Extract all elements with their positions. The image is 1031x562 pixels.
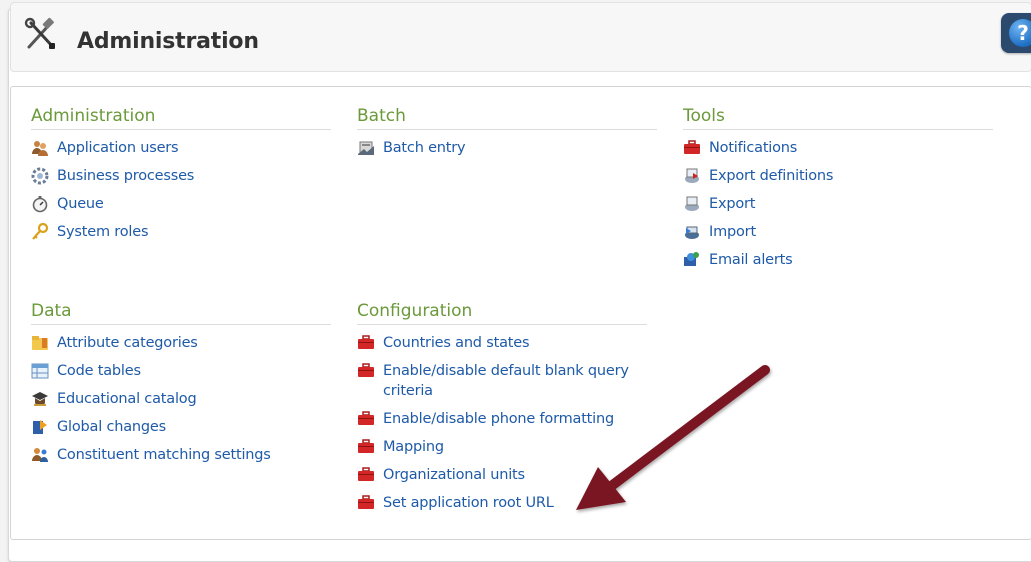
toolbox-icon xyxy=(684,140,700,154)
link-enable-disable-default-blank-query-criteria[interactable]: Enable/disable default blank query crite… xyxy=(357,361,647,401)
link-label[interactable]: Mapping xyxy=(383,437,444,457)
link-label[interactable]: Export definitions xyxy=(709,166,833,186)
link-label[interactable]: Organizational units xyxy=(383,465,525,485)
link-label[interactable]: Educational catalog xyxy=(57,389,197,409)
link-label[interactable]: Attribute categories xyxy=(57,333,198,353)
section-heading: Batch xyxy=(357,105,657,130)
link-educational-catalog[interactable]: Educational catalog xyxy=(31,389,331,409)
folder-icon xyxy=(32,336,48,350)
link-import[interactable]: Import xyxy=(683,222,993,242)
link-label[interactable]: Application users xyxy=(57,138,179,158)
page-title: Administration xyxy=(77,29,259,54)
toolbox-icon xyxy=(358,495,374,509)
link-system-roles[interactable]: System roles xyxy=(31,222,331,242)
section-heading: Configuration xyxy=(357,300,647,325)
link-email-alerts[interactable]: Email alerts xyxy=(683,250,993,270)
link-constituent-matching-settings[interactable]: Constituent matching settings xyxy=(31,445,331,465)
section-batch: Batch Batch entry xyxy=(357,105,657,166)
help-icon: ? xyxy=(1009,19,1031,47)
section-heading: Data xyxy=(31,300,331,325)
export-definitions-icon xyxy=(685,168,699,183)
tools-icon xyxy=(24,17,55,49)
section-administration: Administration Application users Busines… xyxy=(31,105,331,250)
link-label[interactable]: Enable/disable default blank query crite… xyxy=(383,361,647,401)
link-label[interactable]: System roles xyxy=(57,222,149,242)
link-application-users[interactable]: Application users xyxy=(31,138,331,158)
link-export-definitions[interactable]: Export definitions xyxy=(683,166,993,186)
link-label[interactable]: Export xyxy=(709,194,755,214)
toolbox-icon xyxy=(358,439,374,453)
link-queue[interactable]: Queue xyxy=(31,194,331,214)
link-batch-entry[interactable]: Batch entry xyxy=(357,138,657,158)
constituent-match-icon xyxy=(32,448,48,462)
gear-icon xyxy=(31,167,49,185)
graduation-cap-icon xyxy=(32,392,48,406)
export-icon xyxy=(685,196,699,211)
link-label[interactable]: Email alerts xyxy=(709,250,793,270)
link-label[interactable]: Constituent matching settings xyxy=(57,445,271,465)
global-changes-icon xyxy=(33,420,47,434)
toolbox-icon xyxy=(358,335,374,349)
section-tools: Tools Notifications Export definitions E… xyxy=(683,105,993,278)
link-label[interactable]: Countries and states xyxy=(383,333,530,353)
link-label[interactable]: Notifications xyxy=(709,138,797,158)
toolbox-icon xyxy=(358,467,374,481)
link-enable-disable-phone-formatting[interactable]: Enable/disable phone formatting xyxy=(357,409,647,429)
link-label[interactable]: Global changes xyxy=(57,417,166,437)
link-label[interactable]: Enable/disable phone formatting xyxy=(383,409,614,429)
page-header: Administration xyxy=(10,2,1031,72)
email-alert-icon xyxy=(684,252,699,266)
users-icon xyxy=(32,141,48,156)
section-data: Data Attribute categories Code tables Ed… xyxy=(31,300,331,473)
help-button[interactable]: ? xyxy=(1001,13,1031,53)
link-label[interactable]: Business processes xyxy=(57,166,194,186)
link-global-changes[interactable]: Global changes xyxy=(31,417,331,437)
link-notifications[interactable]: Notifications xyxy=(683,138,993,158)
link-label[interactable]: Import xyxy=(709,222,756,242)
link-attribute-categories[interactable]: Attribute categories xyxy=(31,333,331,353)
link-countries-and-states[interactable]: Countries and states xyxy=(357,333,647,353)
link-label[interactable]: Queue xyxy=(57,194,104,214)
table-icon xyxy=(31,363,49,379)
import-icon xyxy=(685,226,699,239)
link-label[interactable]: Set application root URL xyxy=(383,493,554,513)
link-set-application-root-url[interactable]: Set application root URL xyxy=(357,493,647,513)
link-organizational-units[interactable]: Organizational units xyxy=(357,465,647,485)
link-code-tables[interactable]: Code tables xyxy=(31,361,331,381)
batch-icon xyxy=(358,141,374,155)
admin-content: Administration Application users Busines… xyxy=(10,86,1031,540)
link-label[interactable]: Code tables xyxy=(57,361,141,381)
section-heading: Administration xyxy=(31,105,331,130)
link-mapping[interactable]: Mapping xyxy=(357,437,647,457)
key-icon xyxy=(32,223,49,240)
link-business-processes[interactable]: Business processes xyxy=(31,166,331,186)
section-configuration: Configuration Countries and states Enabl… xyxy=(357,300,647,521)
toolbox-icon xyxy=(358,363,374,377)
link-label[interactable]: Batch entry xyxy=(383,138,466,158)
toolbox-icon xyxy=(358,411,374,425)
link-export[interactable]: Export xyxy=(683,194,993,214)
stopwatch-icon xyxy=(32,196,48,213)
section-heading: Tools xyxy=(683,105,993,130)
